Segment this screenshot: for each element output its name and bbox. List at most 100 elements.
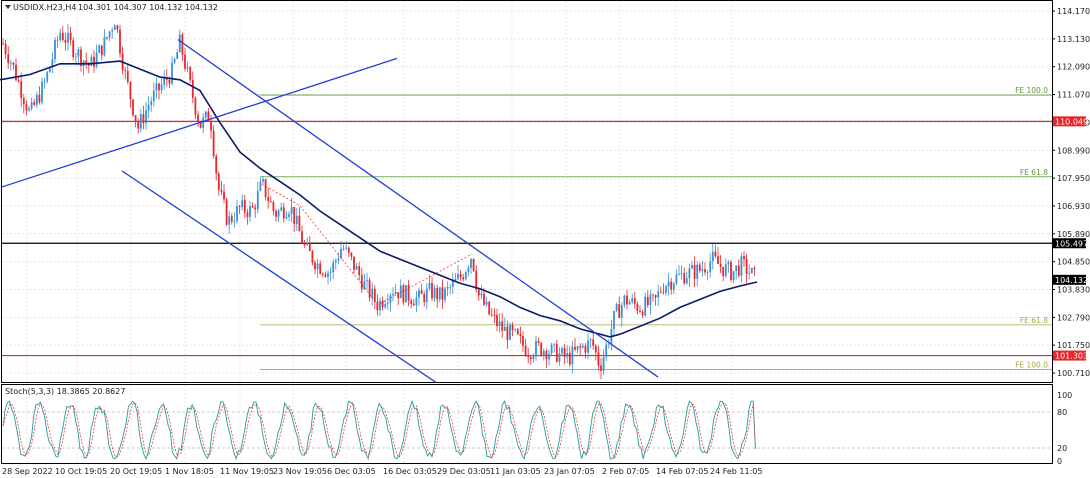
chart-canvas[interactable]: FE 100.0 FE 61.8 FE 61.8 FE 100.0 114.170 11… <box>0 0 1090 478</box>
candle-body <box>355 266 358 270</box>
candle-body <box>290 207 293 214</box>
candle-body <box>373 288 376 302</box>
candle-body <box>116 25 119 30</box>
time-tick-label: 14 Feb 07:05 <box>656 467 708 476</box>
time-tick-label: 24 Feb 11:05 <box>710 467 762 476</box>
price-tick-label: 114.170 <box>1057 7 1090 16</box>
candle-body <box>548 353 550 360</box>
current-price-label: 104.132 <box>1055 276 1088 285</box>
symbol-header[interactable]: USDIDX.H23,H4 104.301 104.307 104.132 10… <box>5 3 218 12</box>
candle-body <box>503 326 506 331</box>
time-axis: 28 Sep 2022 10 Oct 19:05 20 Oct 19:05 1 Nov… <box>2 467 762 476</box>
candle-body <box>654 295 657 298</box>
candle-body <box>704 269 706 273</box>
time-tick-label: 11 Nov 19:05 <box>220 467 274 476</box>
candle-body <box>483 293 485 305</box>
candle-body <box>711 251 714 262</box>
candle-body <box>163 77 166 85</box>
candle-body <box>269 201 272 203</box>
candle-body <box>477 289 480 296</box>
time-tick-label: 10 Oct 19:05 <box>55 467 107 476</box>
candle-body <box>693 264 696 279</box>
candle-body <box>366 280 368 282</box>
candle-body <box>33 102 36 105</box>
candle-body <box>506 326 509 340</box>
time-tick-label: 11 Jan 03:05 <box>490 467 541 476</box>
candle-body <box>41 81 43 103</box>
candle-body <box>46 72 49 82</box>
candle-body <box>186 67 189 69</box>
candle-body <box>670 281 673 290</box>
candle-body <box>579 346 582 348</box>
candle-body <box>106 37 108 38</box>
candle-body <box>108 31 111 38</box>
chevron-down-icon[interactable] <box>5 5 11 9</box>
candle-body <box>652 294 654 296</box>
candle-body <box>158 83 160 91</box>
candle-body <box>488 301 491 315</box>
candle-body <box>691 264 693 269</box>
price-tick-label: 108.990 <box>1057 146 1090 155</box>
candle-body <box>529 357 532 359</box>
candle-body <box>444 288 446 300</box>
candle-body <box>298 215 301 232</box>
price-tick-label: 105.890 <box>1057 230 1090 239</box>
candle-body <box>415 297 418 306</box>
candle-body <box>17 80 20 82</box>
candle-body <box>334 260 337 263</box>
candle-body <box>667 281 670 287</box>
candle-body <box>225 199 228 225</box>
candle-body <box>462 277 465 280</box>
candle-body <box>215 156 218 174</box>
candle-body <box>727 262 730 265</box>
candle-body <box>600 365 602 371</box>
candle-body <box>563 347 566 357</box>
candle-body <box>745 258 748 274</box>
candle-body <box>623 295 626 306</box>
candle-body <box>376 301 379 311</box>
stoch-signal-line <box>2 401 756 459</box>
candle-body <box>594 345 597 353</box>
price-tick-label: 103.830 <box>1057 286 1090 295</box>
candle-body <box>467 267 470 272</box>
candle-body <box>228 216 231 225</box>
candle-body <box>272 202 275 211</box>
trend-channels[interactable] <box>1 39 659 383</box>
trend-line[interactable] <box>1 57 398 188</box>
candle-body <box>142 114 145 124</box>
fib-label: FE 61.8 <box>1020 316 1048 325</box>
candle-body <box>688 268 691 279</box>
candle-body <box>683 273 686 284</box>
candle-body <box>329 272 332 273</box>
candle-body <box>306 242 309 245</box>
candle-body <box>607 343 610 345</box>
price-tag-label: 105.497 <box>1055 239 1088 248</box>
candle-body <box>527 355 530 358</box>
candle-body <box>72 40 75 58</box>
candle-body <box>732 271 735 281</box>
candle-body <box>394 292 397 294</box>
candle-body <box>418 290 420 298</box>
candle-body <box>210 121 212 131</box>
candle-body <box>337 258 340 261</box>
candle-body <box>605 344 608 357</box>
candle-body <box>566 353 569 357</box>
symbol-label: USDIDX.H23,H4 <box>13 3 76 12</box>
candle-body <box>22 98 25 105</box>
candle-body <box>501 321 504 331</box>
candle-body <box>446 286 449 289</box>
candle-body <box>740 256 743 276</box>
candle-body <box>649 294 652 306</box>
candle-body <box>402 285 405 303</box>
candle-body <box>646 296 649 306</box>
trend-line[interactable] <box>121 170 437 383</box>
candle-body <box>620 305 623 318</box>
candle-body <box>347 247 350 253</box>
candle-body <box>129 81 132 100</box>
candle-body <box>722 266 725 276</box>
candle-body <box>672 283 675 290</box>
candle-body <box>119 29 121 54</box>
candle-body <box>262 179 264 182</box>
fib-levels: FE 100.0 FE 61.8 FE 61.8 FE 100.0 <box>260 86 1052 370</box>
candle-body <box>345 247 348 249</box>
